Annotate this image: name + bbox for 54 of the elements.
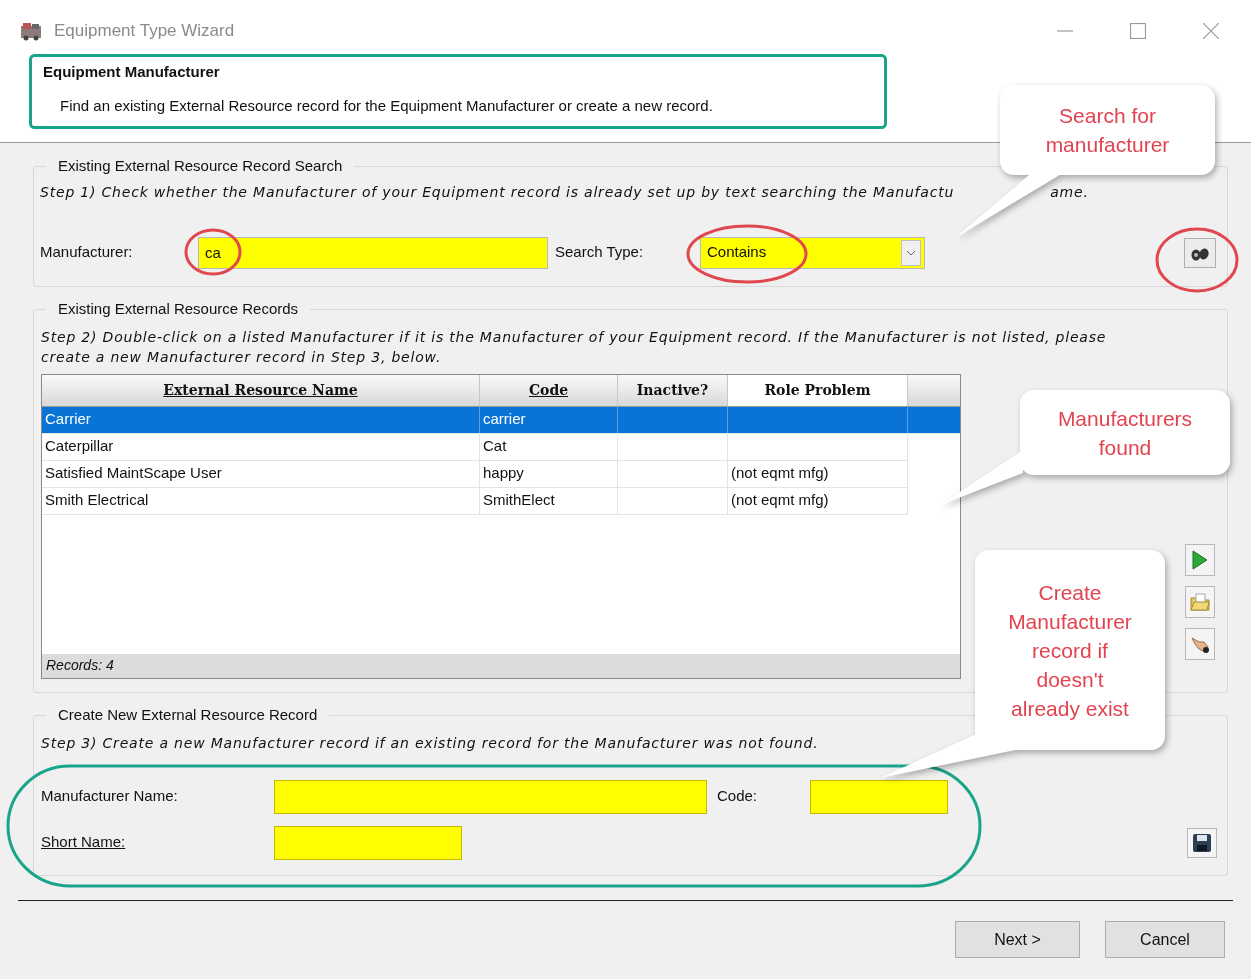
column-header[interactable]: Role Problem — [728, 374, 908, 406]
table-row[interactable]: Carrier carrier — [42, 406, 960, 434]
callout-text: Create Manufacturer record if doesn't already exist — [1008, 579, 1132, 722]
table-cell-text: carrier — [483, 409, 526, 430]
manufacturer-name-field[interactable] — [274, 779, 707, 814]
table-cell-text: Cat — [483, 436, 507, 457]
field-label: Code: — [717, 786, 759, 807]
column-header[interactable]: Code — [480, 374, 618, 406]
table-cell-text: (not eqmt mfg) — [731, 490, 829, 511]
step-instruction: Step 1) Check whether the Manufacturer of your Equipment record is already set up by text searching the Manufactu — [40, 182, 955, 202]
table-cell-text: SmithElect — [483, 490, 555, 511]
field-label: Short Name: — [41, 832, 127, 853]
search-type-dropdown[interactable]: Contains — [700, 236, 925, 269]
code-field[interactable] — [810, 779, 948, 814]
table-cell-text: Smith Electrical — [45, 490, 149, 511]
save-button[interactable] — [1187, 827, 1217, 858]
table-row[interactable]: Smith Electrical SmithElect (not eqmt mfg) — [42, 487, 908, 515]
play-icon — [1192, 549, 1208, 570]
table-row[interactable]: Caterpillar Cat — [42, 433, 908, 461]
group-legend: Existing External Resource Records — [46, 298, 311, 321]
record-count: Records: 4 — [42, 653, 960, 678]
callout-text: Manufacturers found — [1057, 405, 1193, 461]
app-icon — [20, 21, 42, 41]
highlight-ellipse — [184, 228, 242, 276]
search-button[interactable] — [1184, 237, 1216, 268]
table-cell-text: happy — [483, 463, 524, 484]
table-cell-text: Satisfied MaintScape User — [45, 463, 222, 484]
step-instruction: ame. — [1050, 182, 1089, 202]
callout-text: Search for manufacturer — [1045, 103, 1170, 158]
close-icon[interactable] — [1203, 23, 1219, 39]
column-header[interactable]: External Resource Name — [42, 374, 480, 406]
next-button[interactable]: Next > — [955, 921, 1080, 958]
step-instruction: Step 3) Create a new Manufacturer record if an existing record for the Manufacturer was not found. — [41, 733, 820, 753]
window-title: Equipment Type Wizard — [54, 20, 235, 43]
hand-button[interactable] — [1185, 627, 1215, 660]
table-cell-text: (not eqmt mfg) — [731, 463, 829, 484]
group-legend: Create New External Resource Record — [46, 704, 330, 727]
table-cell-text: Carrier — [45, 409, 91, 430]
step-instruction: Step 2) Double-click on a listed Manufacturer if it is the Manufacturer of your Equipment record. If the Manufacturer is not listed, please create a new Manufacturer record in Step 3, below. — [41, 327, 1108, 367]
field-label: Manufacturer Name: — [41, 786, 179, 807]
folder-icon — [1190, 592, 1210, 611]
open-button[interactable] — [1185, 543, 1215, 576]
short-name-field[interactable] — [274, 825, 462, 860]
manufacturer-field[interactable]: ca — [198, 236, 548, 269]
table-cell-text: Caterpillar — [45, 436, 114, 457]
field-label: Search Type: — [555, 242, 645, 263]
cancel-button[interactable]: Cancel — [1105, 921, 1225, 958]
field-label: Manufacturer: — [40, 242, 134, 263]
table-row[interactable]: Satisfied MaintScape User happy (not eqmt mfg) — [42, 460, 908, 488]
step-title: Equipment Manufacturer — [43, 62, 221, 82]
group-legend: Existing External Resource Record Search — [46, 155, 355, 178]
step-description: Find an existing External Resource record for the Equipment Manufacturer or create a new record. — [60, 96, 713, 114]
folder-button[interactable] — [1185, 585, 1215, 618]
maximize-icon[interactable] — [1130, 23, 1146, 39]
